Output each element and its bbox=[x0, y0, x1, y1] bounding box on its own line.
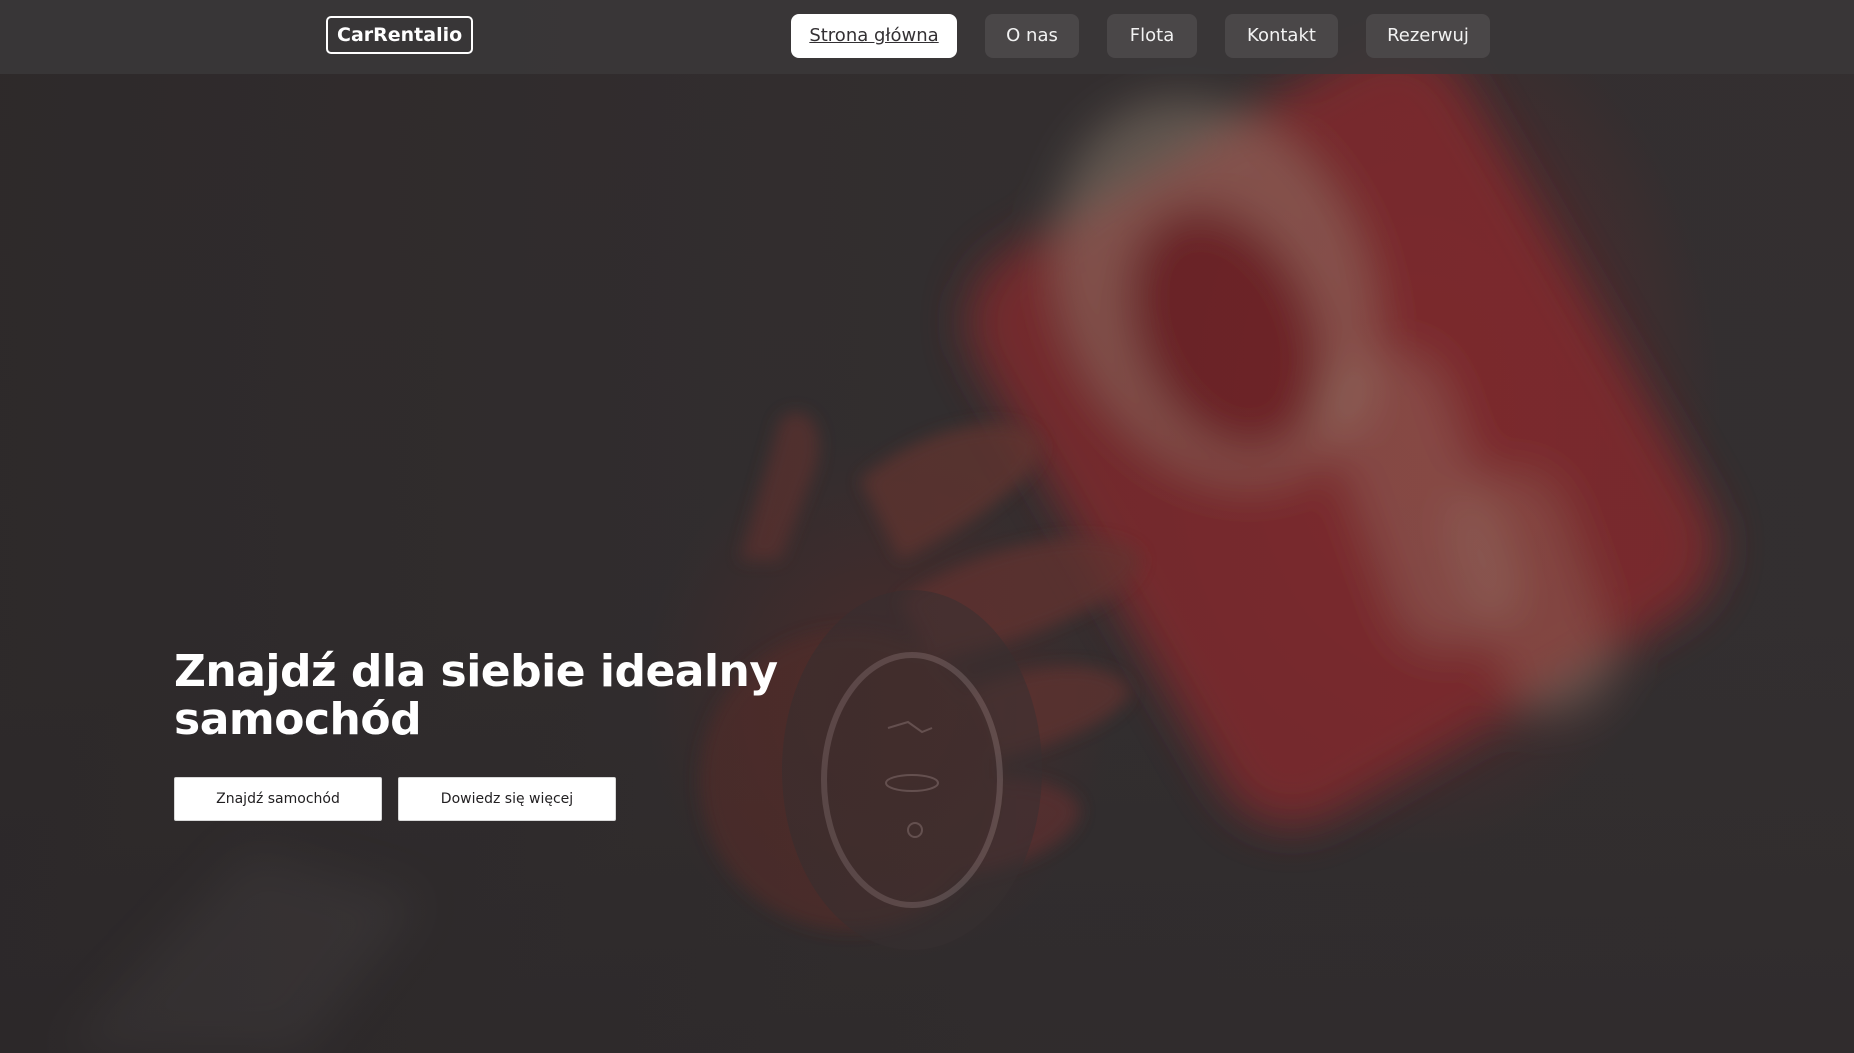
hero-title: Znajdź dla siebie idealny samochód bbox=[174, 646, 778, 745]
nav-link-about[interactable]: O nas bbox=[985, 14, 1079, 58]
brand-logo[interactable]: CarRentalio bbox=[326, 16, 474, 54]
nav-link-book[interactable]: Rezerwuj bbox=[1366, 14, 1490, 58]
nav-link-fleet[interactable]: Flota bbox=[1107, 14, 1197, 58]
navbar: CarRentalio Strona główna O nas Flota Ko… bbox=[0, 0, 1854, 74]
learn-more-button[interactable]: Dowiedz się więcej bbox=[398, 777, 616, 821]
nav-link-home[interactable]: Strona główna bbox=[791, 14, 957, 58]
nav-link-contact[interactable]: Kontakt bbox=[1225, 14, 1338, 58]
hero-overlay bbox=[0, 0, 1854, 1053]
page: CarRentalio Strona główna O nas Flota Ko… bbox=[0, 0, 1854, 1053]
find-car-button[interactable]: Znajdź samochód bbox=[174, 777, 382, 821]
